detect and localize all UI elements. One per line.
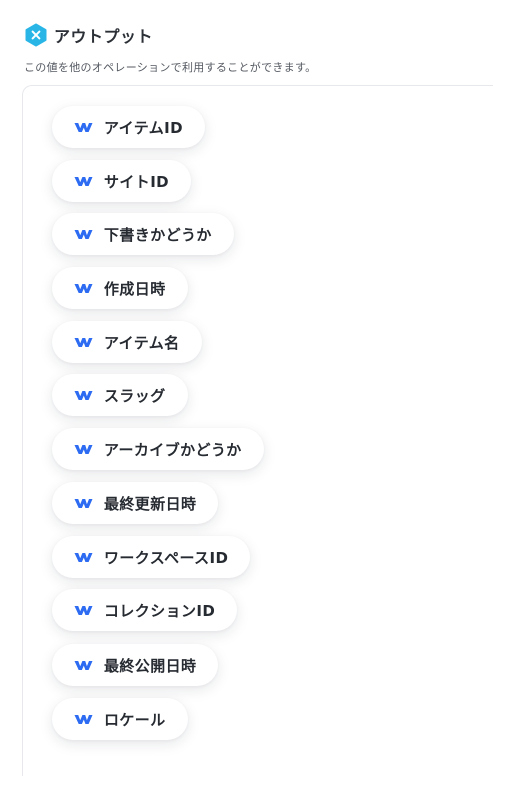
section-title: アウトプット: [54, 27, 154, 46]
output-chip-label: スラッグ: [104, 386, 166, 405]
output-header: アウトプット: [24, 22, 153, 48]
output-chip-label: 最終更新日時: [104, 494, 197, 513]
webflow-icon: [74, 176, 93, 186]
output-chip-label: 最終公開日時: [104, 656, 197, 675]
output-chip-created-at[interactable]: 作成日時: [52, 267, 188, 309]
output-chip-workspace-id[interactable]: ワークスペースID: [52, 536, 251, 578]
webflow-icon: [74, 122, 93, 132]
webflow-icon: [74, 498, 93, 508]
webflow-icon: [74, 660, 93, 670]
output-chip-item-name[interactable]: アイテム名: [52, 321, 202, 363]
webflow-icon: [74, 444, 93, 454]
hex-x-icon: [25, 23, 47, 47]
output-chip-slug[interactable]: スラッグ: [52, 374, 188, 416]
output-chip-is-archived[interactable]: アーカイブかどうか: [52, 428, 264, 470]
output-chip-label: コレクションID: [104, 601, 216, 620]
webflow-icon: [74, 337, 93, 347]
webflow-icon: [74, 390, 93, 400]
output-chip-label: アイテムID: [104, 118, 183, 137]
output-chip-label: 作成日時: [104, 279, 166, 298]
output-chip-label: 下書きかどうか: [104, 225, 212, 244]
output-chip-label: ロケール: [104, 710, 166, 729]
output-chip-label: アイテム名: [104, 333, 180, 352]
section-description: この値を他のオペレーションで利用することができます。: [24, 61, 317, 74]
webflow-icon: [74, 714, 93, 724]
webflow-icon: [74, 605, 93, 615]
webflow-icon: [74, 229, 93, 239]
output-chip-site-id[interactable]: サイトID: [52, 160, 192, 202]
output-chip-collection-id[interactable]: コレクションID: [52, 589, 238, 631]
output-chip-is-draft[interactable]: 下書きかどうか: [52, 213, 234, 255]
output-chip-label: アーカイブかどうか: [104, 440, 242, 459]
webflow-icon: [74, 283, 93, 293]
output-chip-label: サイトID: [104, 172, 170, 191]
webflow-icon: [74, 552, 93, 562]
output-chip-locale[interactable]: ロケール: [52, 698, 188, 740]
output-chip-item-id[interactable]: アイテムID: [52, 106, 205, 148]
output-chip-updated-at[interactable]: 最終更新日時: [52, 482, 219, 524]
output-chip-published-at[interactable]: 最終公開日時: [52, 644, 219, 686]
output-chip-label: ワークスペースID: [104, 548, 229, 567]
